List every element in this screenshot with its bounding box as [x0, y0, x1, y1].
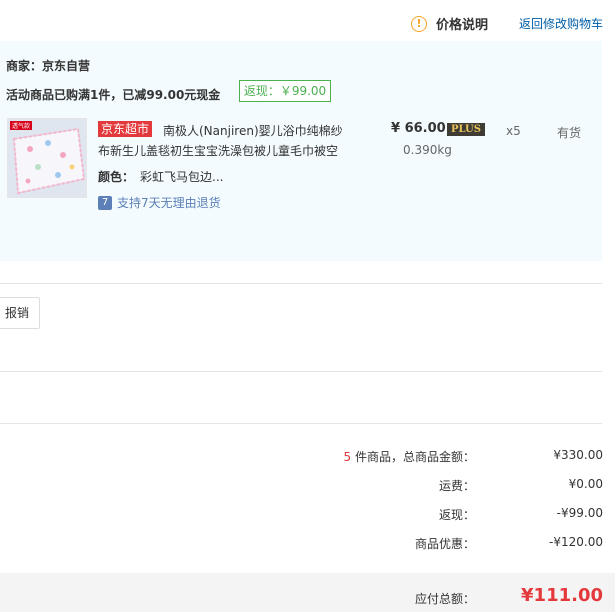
item-weight: 0.390kg — [403, 143, 452, 157]
color-value: 彩虹飞马包边... — [140, 170, 224, 184]
rebate-label: 返现： — [438, 508, 475, 522]
back-to-cart-link[interactable]: 返回修改购物车 — [519, 15, 603, 32]
price-info-link[interactable]: 价格说明 — [436, 14, 488, 33]
goods-count-label: 5 件商品，总商品金额： — [344, 448, 475, 465]
shipping-label: 运费： — [438, 479, 475, 493]
rebate-badge: 返现：￥99.00 — [239, 80, 331, 102]
promo-text: 活动商品已购满1件，已减99.00元现金 — [6, 88, 221, 102]
product-title-line1[interactable]: 南极人(Nanjiren)婴儿浴巾纯棉纱 — [163, 122, 343, 139]
discount-value: -¥120.00 — [549, 535, 603, 549]
stock-status: 有货 — [557, 126, 582, 140]
plus-badge: PLUS — [447, 123, 485, 136]
item-quantity: x5 — [506, 124, 521, 138]
invoice-button[interactable]: 报销 — [0, 297, 40, 329]
unit-price: ¥ 66.00 — [391, 121, 446, 136]
payable-label: 应付总额： — [414, 592, 475, 606]
product-title-line2[interactable]: 布新生儿盖毯初生宝宝洗澡包被儿童毛巾被空 — [98, 142, 338, 159]
color-row: 颜色： 彩虹飞马包边... — [98, 168, 223, 185]
rebate-value: -¥99.00 — [556, 506, 603, 520]
return-policy-text: 支持7天无理由退货 — [117, 196, 221, 210]
merchant-label: 商家：京东自营 — [6, 59, 91, 73]
goods-total-value: ¥330.00 — [553, 448, 603, 462]
divider — [0, 423, 602, 424]
seven-day-return-icon: 7 — [98, 195, 112, 210]
product-thumbnail[interactable]: 透气款 — [7, 118, 87, 198]
payable-total: ¥111.00 — [521, 585, 603, 606]
shipping-value: ¥0.00 — [568, 477, 603, 491]
divider — [0, 371, 602, 372]
store-badge: 京东超市 — [98, 121, 153, 137]
product-image — [8, 119, 86, 197]
return-policy: 7 支持7天无理由退货 — [98, 194, 221, 211]
goods-count-suffix: 件商品，总商品金额： — [351, 450, 475, 464]
thumbnail-tag: 透气款 — [10, 121, 33, 130]
discount-label: 商品优惠： — [414, 537, 475, 551]
top-links: ! 价格说明 返回修改购物车 — [410, 14, 603, 33]
info-icon[interactable]: ! — [410, 15, 427, 32]
divider — [0, 283, 602, 284]
color-label: 颜色： — [98, 170, 135, 184]
